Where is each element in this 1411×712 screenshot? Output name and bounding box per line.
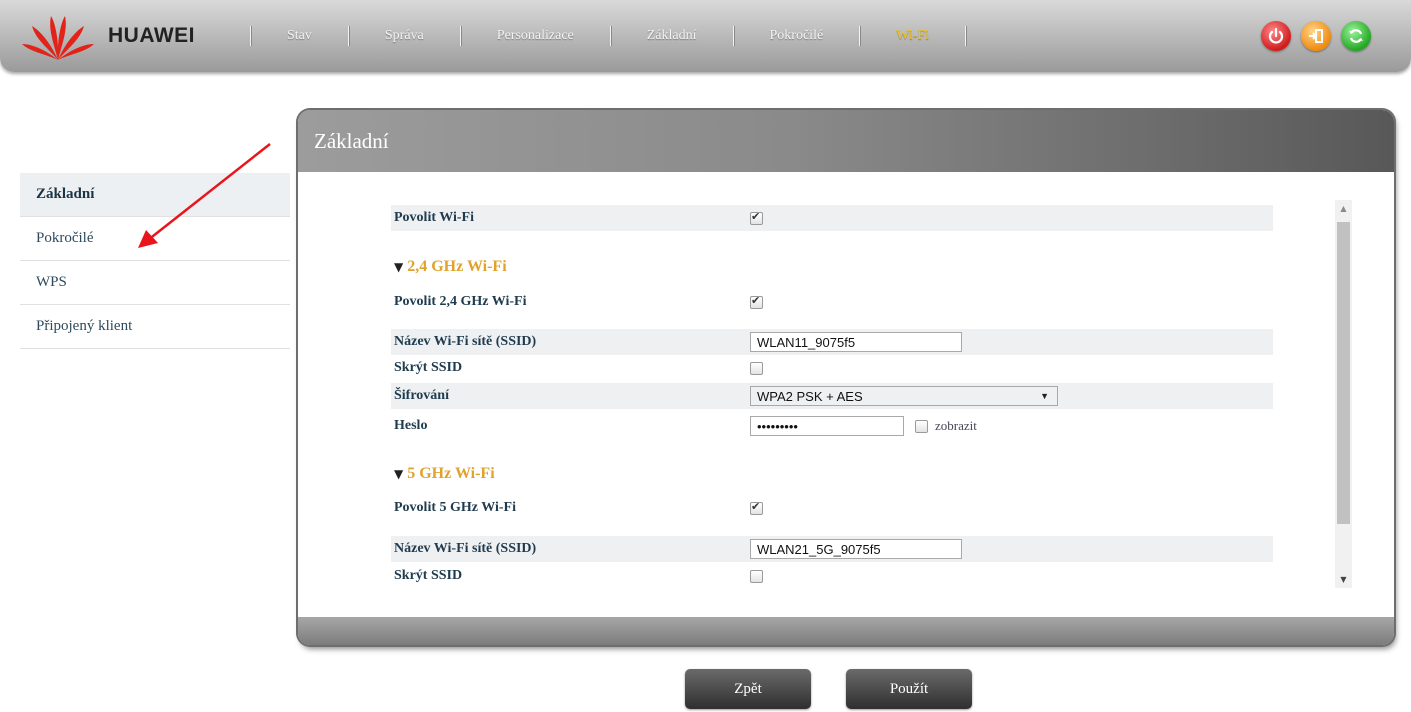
row-enable-5ghz: Povolit 5 GHz Wi-Fi [391, 495, 1273, 521]
password-24ghz-label: Heslo [394, 418, 428, 433]
panel-title: Základní [298, 110, 1394, 172]
ssid-5ghz-input[interactable] [750, 539, 962, 559]
sidebar-item-pokrocile[interactable]: Pokročilé [20, 217, 290, 261]
content-scrollbar[interactable]: ▲ ▼ [1335, 200, 1352, 588]
scroll-up-icon[interactable]: ▲ [1335, 200, 1352, 217]
show-password-label: zobrazit [935, 418, 977, 433]
back-button[interactable]: Zpět [685, 669, 811, 709]
nav-item-sprava[interactable]: Správa [349, 28, 460, 44]
dropdown-caret-icon: ▼ [1040, 391, 1049, 401]
row-encryption-24ghz: Šifrování WPA2 PSK + AES ▼ [391, 383, 1273, 409]
row-password-24ghz: Heslo zobrazit [391, 413, 1273, 439]
show-password-toggle[interactable]: zobrazit [915, 418, 977, 434]
section-5ghz[interactable]: ▼ 5 GHz Wi-Fi [394, 465, 495, 483]
nav-item-zakladni[interactable]: Základní [611, 28, 733, 44]
sidebar-item-pripojeny-klient[interactable]: Připojený klient [20, 305, 290, 349]
section-5ghz-title: 5 GHz Wi-Fi [407, 465, 495, 482]
row-ssid-5ghz: Název Wi-Fi sítě (SSID) [391, 536, 1273, 562]
huawei-logo-icon [22, 16, 94, 60]
ssid-24ghz-input[interactable] [750, 332, 962, 352]
row-hide-ssid-5ghz: Skrýt SSID [391, 563, 1273, 589]
scroll-thumb[interactable] [1337, 222, 1350, 524]
encryption-24ghz-label: Šifrování [394, 388, 449, 403]
scroll-down-icon[interactable]: ▼ [1335, 571, 1352, 588]
hide-ssid-24ghz-checkbox[interactable] [750, 361, 763, 375]
encryption-24ghz-select[interactable]: WPA2 PSK + AES ▼ [750, 386, 1058, 406]
enable-24ghz-label: Povolit 2,4 GHz Wi-Fi [394, 294, 527, 309]
panel-content: Povolit Wi-Fi ▼ 2,4 GHz Wi-Fi Povolit 2,… [298, 172, 1394, 617]
password-24ghz-input[interactable] [750, 416, 904, 436]
encryption-24ghz-value: WPA2 PSK + AES [757, 388, 863, 404]
enable-5ghz-checkbox[interactable] [750, 500, 763, 515]
enable-wifi-label: Povolit Wi-Fi [394, 210, 474, 225]
show-password-checkbox[interactable] [915, 419, 928, 433]
sidebar-item-wps[interactable]: WPS [20, 261, 290, 305]
enable-24ghz-checkbox[interactable] [750, 294, 763, 309]
enable-wifi-checkbox[interactable] [750, 210, 763, 225]
main-nav: Stav Správa Personalizace Základní Pokro… [250, 0, 967, 72]
ssid-5ghz-label: Název Wi-Fi sítě (SSID) [394, 541, 537, 556]
row-enable-wifi: Povolit Wi-Fi [391, 205, 1273, 231]
nav-item-wifi[interactable]: Wi-Fi [860, 28, 965, 44]
enable-5ghz-label: Povolit 5 GHz Wi-Fi [394, 500, 516, 515]
row-enable-24ghz: Povolit 2,4 GHz Wi-Fi [391, 289, 1273, 315]
sidebar-item-zakladni[interactable]: Základní [20, 173, 290, 217]
top-bar: HUAWEI Stav Správa Personalizace Základn… [0, 0, 1411, 72]
settings-panel: Základní Povolit Wi-Fi ▼ 2,4 GHz Wi-Fi P… [298, 110, 1394, 645]
row-ssid-24ghz: Název Wi-Fi sítě (SSID) [391, 329, 1273, 355]
brand-name: HUAWEI [108, 24, 195, 47]
row-hide-ssid-24ghz: Skrýt SSID [391, 355, 1273, 381]
nav-item-pokrocile[interactable]: Pokročilé [734, 28, 860, 44]
hide-ssid-5ghz-checkbox[interactable] [750, 569, 763, 583]
power-icon[interactable] [1261, 21, 1291, 51]
nav-separator [965, 26, 967, 46]
nav-item-personalizace[interactable]: Personalizace [461, 28, 610, 44]
collapse-triangle-icon: ▼ [394, 260, 404, 274]
apply-button[interactable]: Použít [846, 669, 972, 709]
logout-icon[interactable] [1301, 21, 1331, 51]
ssid-24ghz-label: Název Wi-Fi sítě (SSID) [394, 334, 537, 349]
hide-ssid-24ghz-label: Skrýt SSID [394, 360, 463, 375]
hide-ssid-5ghz-label: Skrýt SSID [394, 568, 463, 583]
collapse-triangle-icon: ▼ [394, 467, 404, 481]
nav-item-stav[interactable]: Stav [251, 28, 348, 44]
top-icons [1261, 21, 1371, 51]
section-24ghz-title: 2,4 GHz Wi-Fi [407, 258, 507, 275]
panel-footer [298, 617, 1394, 645]
refresh-icon[interactable] [1341, 21, 1371, 51]
sidebar: Základní Pokročilé WPS Připojený klient [20, 173, 290, 349]
section-24ghz[interactable]: ▼ 2,4 GHz Wi-Fi [394, 258, 507, 276]
